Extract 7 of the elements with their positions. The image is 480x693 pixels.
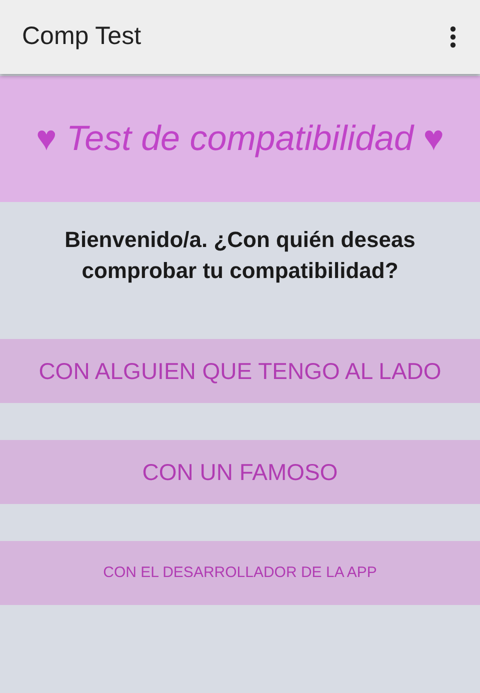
option-button[interactable]: CON ALGUIEN QUE TENGO AL LADO — [0, 339, 480, 403]
option-button[interactable]: CON UN FAMOSO — [0, 440, 480, 504]
option-button[interactable]: CON EL DESARROLLADOR DE LA APP — [0, 541, 480, 605]
banner-title: ♥ Test de compatibilidad ♥ — [36, 118, 444, 160]
welcome-question: Bienvenido/a. ¿Con quién deseas comprobar tu compatibilidad? — [64, 226, 416, 285]
more-options-icon[interactable] — [450, 26, 456, 48]
app-title: Comp Test — [22, 21, 142, 52]
